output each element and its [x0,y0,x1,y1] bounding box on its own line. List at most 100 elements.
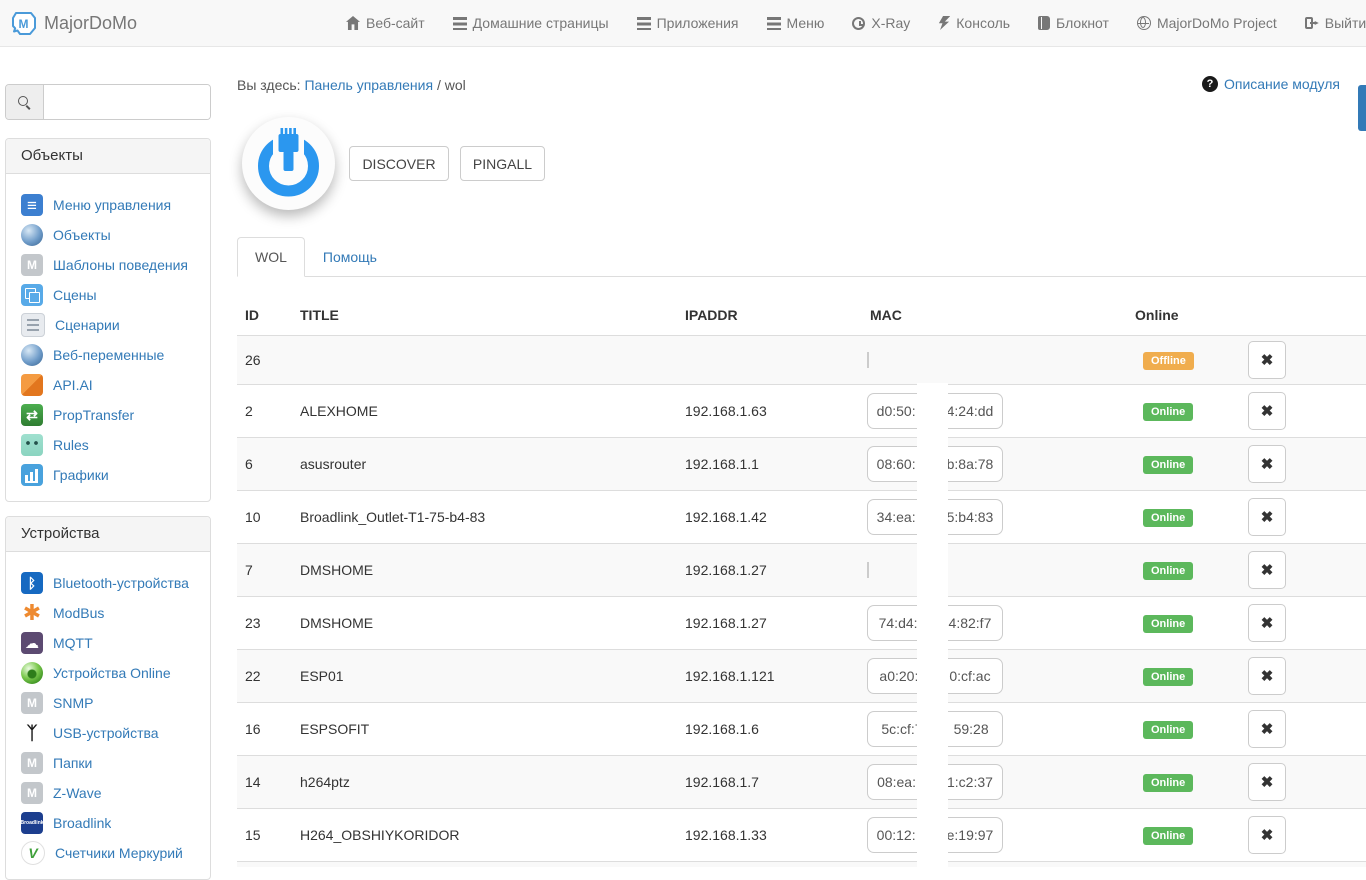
sidebar-item[interactable]: ☁ MQTT [6,628,210,658]
nav-item[interactable]: Консоль [924,15,1024,31]
search-icon [6,85,44,119]
usb-icon: ᛉ [21,722,43,744]
cell-title: ESP01 [292,668,677,684]
nav-item[interactable]: MajorDoMo Project [1123,15,1291,31]
sidebar-item-label: Объекты [53,227,111,243]
wol-module-logo [242,117,335,210]
asterisk-icon: ✱ [21,602,43,624]
sidebar-item[interactable]: Веб-переменные [6,340,210,370]
question-icon: ? [1202,76,1218,92]
sidebar-item[interactable]: API.AI [6,370,210,400]
sidebar-item-label: SNMP [53,695,93,711]
sidebar-item[interactable]: ≡ Меню управления [6,190,210,220]
sidebar-item[interactable]: Сценарии [6,310,210,340]
delete-button[interactable]: ✖ [1248,392,1286,430]
globe-icon [21,224,43,246]
sidebar-item[interactable]: Графики [6,460,210,490]
delete-button[interactable]: ✖ [1248,816,1286,854]
breadcrumb-separator: / [437,77,441,93]
sidebar-item[interactable]: M SNMP [6,688,210,718]
brand[interactable]: M MajorDoMo [10,0,137,46]
cell-ipaddr: 192.168.1.27 [677,615,854,631]
devices-panel: Устройства ᛒ Bluetooth-устройства ✱ ModB… [5,516,211,880]
status-badge: Offline [1143,352,1194,370]
sidebar-item[interactable]: Устройства Online [6,658,210,688]
sidebar-item-label: Веб-переменные [53,347,164,363]
cell-title: h264ptz [292,774,677,790]
hamburger-menu-icon: ≡ [21,194,43,216]
majordomo-icon: M [21,782,43,804]
delete-button[interactable]: ✖ [1248,498,1286,536]
nav-item-label: Веб-сайт [366,15,425,31]
book-icon [1038,16,1050,30]
cell-id: 6 [237,456,292,472]
transfer-arrows-icon: ⇄ [21,404,43,426]
sidebar-item[interactable]: ✱ ModBus [6,598,210,628]
sidebar-search [5,84,211,120]
nav-item-label: Домашние страницы [473,15,609,31]
delete-button[interactable]: ✖ [1248,710,1286,748]
breadcrumb-link[interactable]: Панель управления [304,77,433,93]
sidebar-item[interactable]: V Счетчики Меркурий [6,838,210,868]
sidebar-item[interactable]: M Шаблоны поведения [6,250,210,280]
scenes-icon [21,284,43,306]
mac-input-empty[interactable] [867,562,869,578]
sidebar-item[interactable]: Rules [6,430,210,460]
nav-item-label: Меню [787,15,825,31]
sidebar-item[interactable]: ᛒ Bluetooth-устройства [6,568,210,598]
sidebar-item-label: API.AI [53,377,93,393]
nav-item[interactable]: Выйти [1291,15,1366,31]
delete-button[interactable]: ✖ [1248,445,1286,483]
nav-item[interactable]: X-Ray [838,15,924,31]
nav-item[interactable]: Домашние страницы [439,15,623,31]
nav-item-label: Консоль [956,15,1010,31]
mac-input-empty[interactable] [867,352,869,368]
discover-button[interactable]: DISCOVER [349,146,449,181]
search-input[interactable] [44,85,210,119]
nav-item[interactable]: Приложения [623,15,753,31]
table-row: 15 H264_OBSHIYKORIDOR 192.168.1.33 00:12… [237,809,1366,862]
delete-button[interactable]: ✖ [1248,763,1286,801]
green-orb-icon [21,662,43,684]
delete-x-icon: ✖ [1261,773,1274,791]
list-icon [453,17,467,30]
sidebar-item[interactable]: Объекты [6,220,210,250]
edge-button-partial[interactable] [1358,85,1366,131]
cell-id: 16 [237,721,292,737]
status-badge: Online [1143,456,1193,474]
majordomo-logo-icon: M [10,10,37,37]
sidebar-item[interactable]: Сцены [6,280,210,310]
white-overlay-strip [917,383,948,867]
table-row: ✖ [237,862,1366,867]
nav-item[interactable]: Блокнот [1024,15,1123,31]
tab[interactable]: Помощь [305,237,395,277]
bar-chart-icon [21,464,43,486]
broadlink-icon: Broadlink [21,812,43,834]
sidebar-item[interactable]: ᛉ USB-устройства [6,718,210,748]
sidebar-item[interactable]: M Z-Wave [6,778,210,808]
power-plug-icon [242,117,335,210]
tab[interactable]: WOL [237,237,305,277]
nav-item[interactable]: Веб-сайт [332,15,439,31]
pingall-button[interactable]: PINGALL [460,146,545,181]
cell-id: 15 [237,827,292,843]
delete-button[interactable]: ✖ [1248,341,1286,379]
sidebar-item[interactable]: M Папки [6,748,210,778]
logout-icon [1305,16,1319,30]
delete-button[interactable]: ✖ [1248,551,1286,589]
sidebar-item[interactable]: Broadlink Broadlink [6,808,210,838]
sidebar-item-label: MQTT [53,635,93,651]
table-row: 22 ESP01 192.168.1.121 a0:20:0:cf:ac Onl… [237,650,1366,703]
delete-x-icon: ✖ [1261,720,1274,738]
nav-item[interactable]: Меню [753,15,839,31]
sidebar-item[interactable]: ⇄ PropTransfer [6,400,210,430]
nav-item-label: Приложения [657,15,739,31]
delete-x-icon: ✖ [1261,402,1274,420]
majordomo-icon: M [21,254,43,276]
module-description-link[interactable]: ? Описание модуля [1202,76,1340,92]
sidebar-item-label: ModBus [53,605,104,621]
cell-title: ESPSOFIT [292,721,677,737]
delete-button[interactable]: ✖ [1248,604,1286,642]
delete-button[interactable]: ✖ [1248,657,1286,695]
cell-id: 22 [237,668,292,684]
